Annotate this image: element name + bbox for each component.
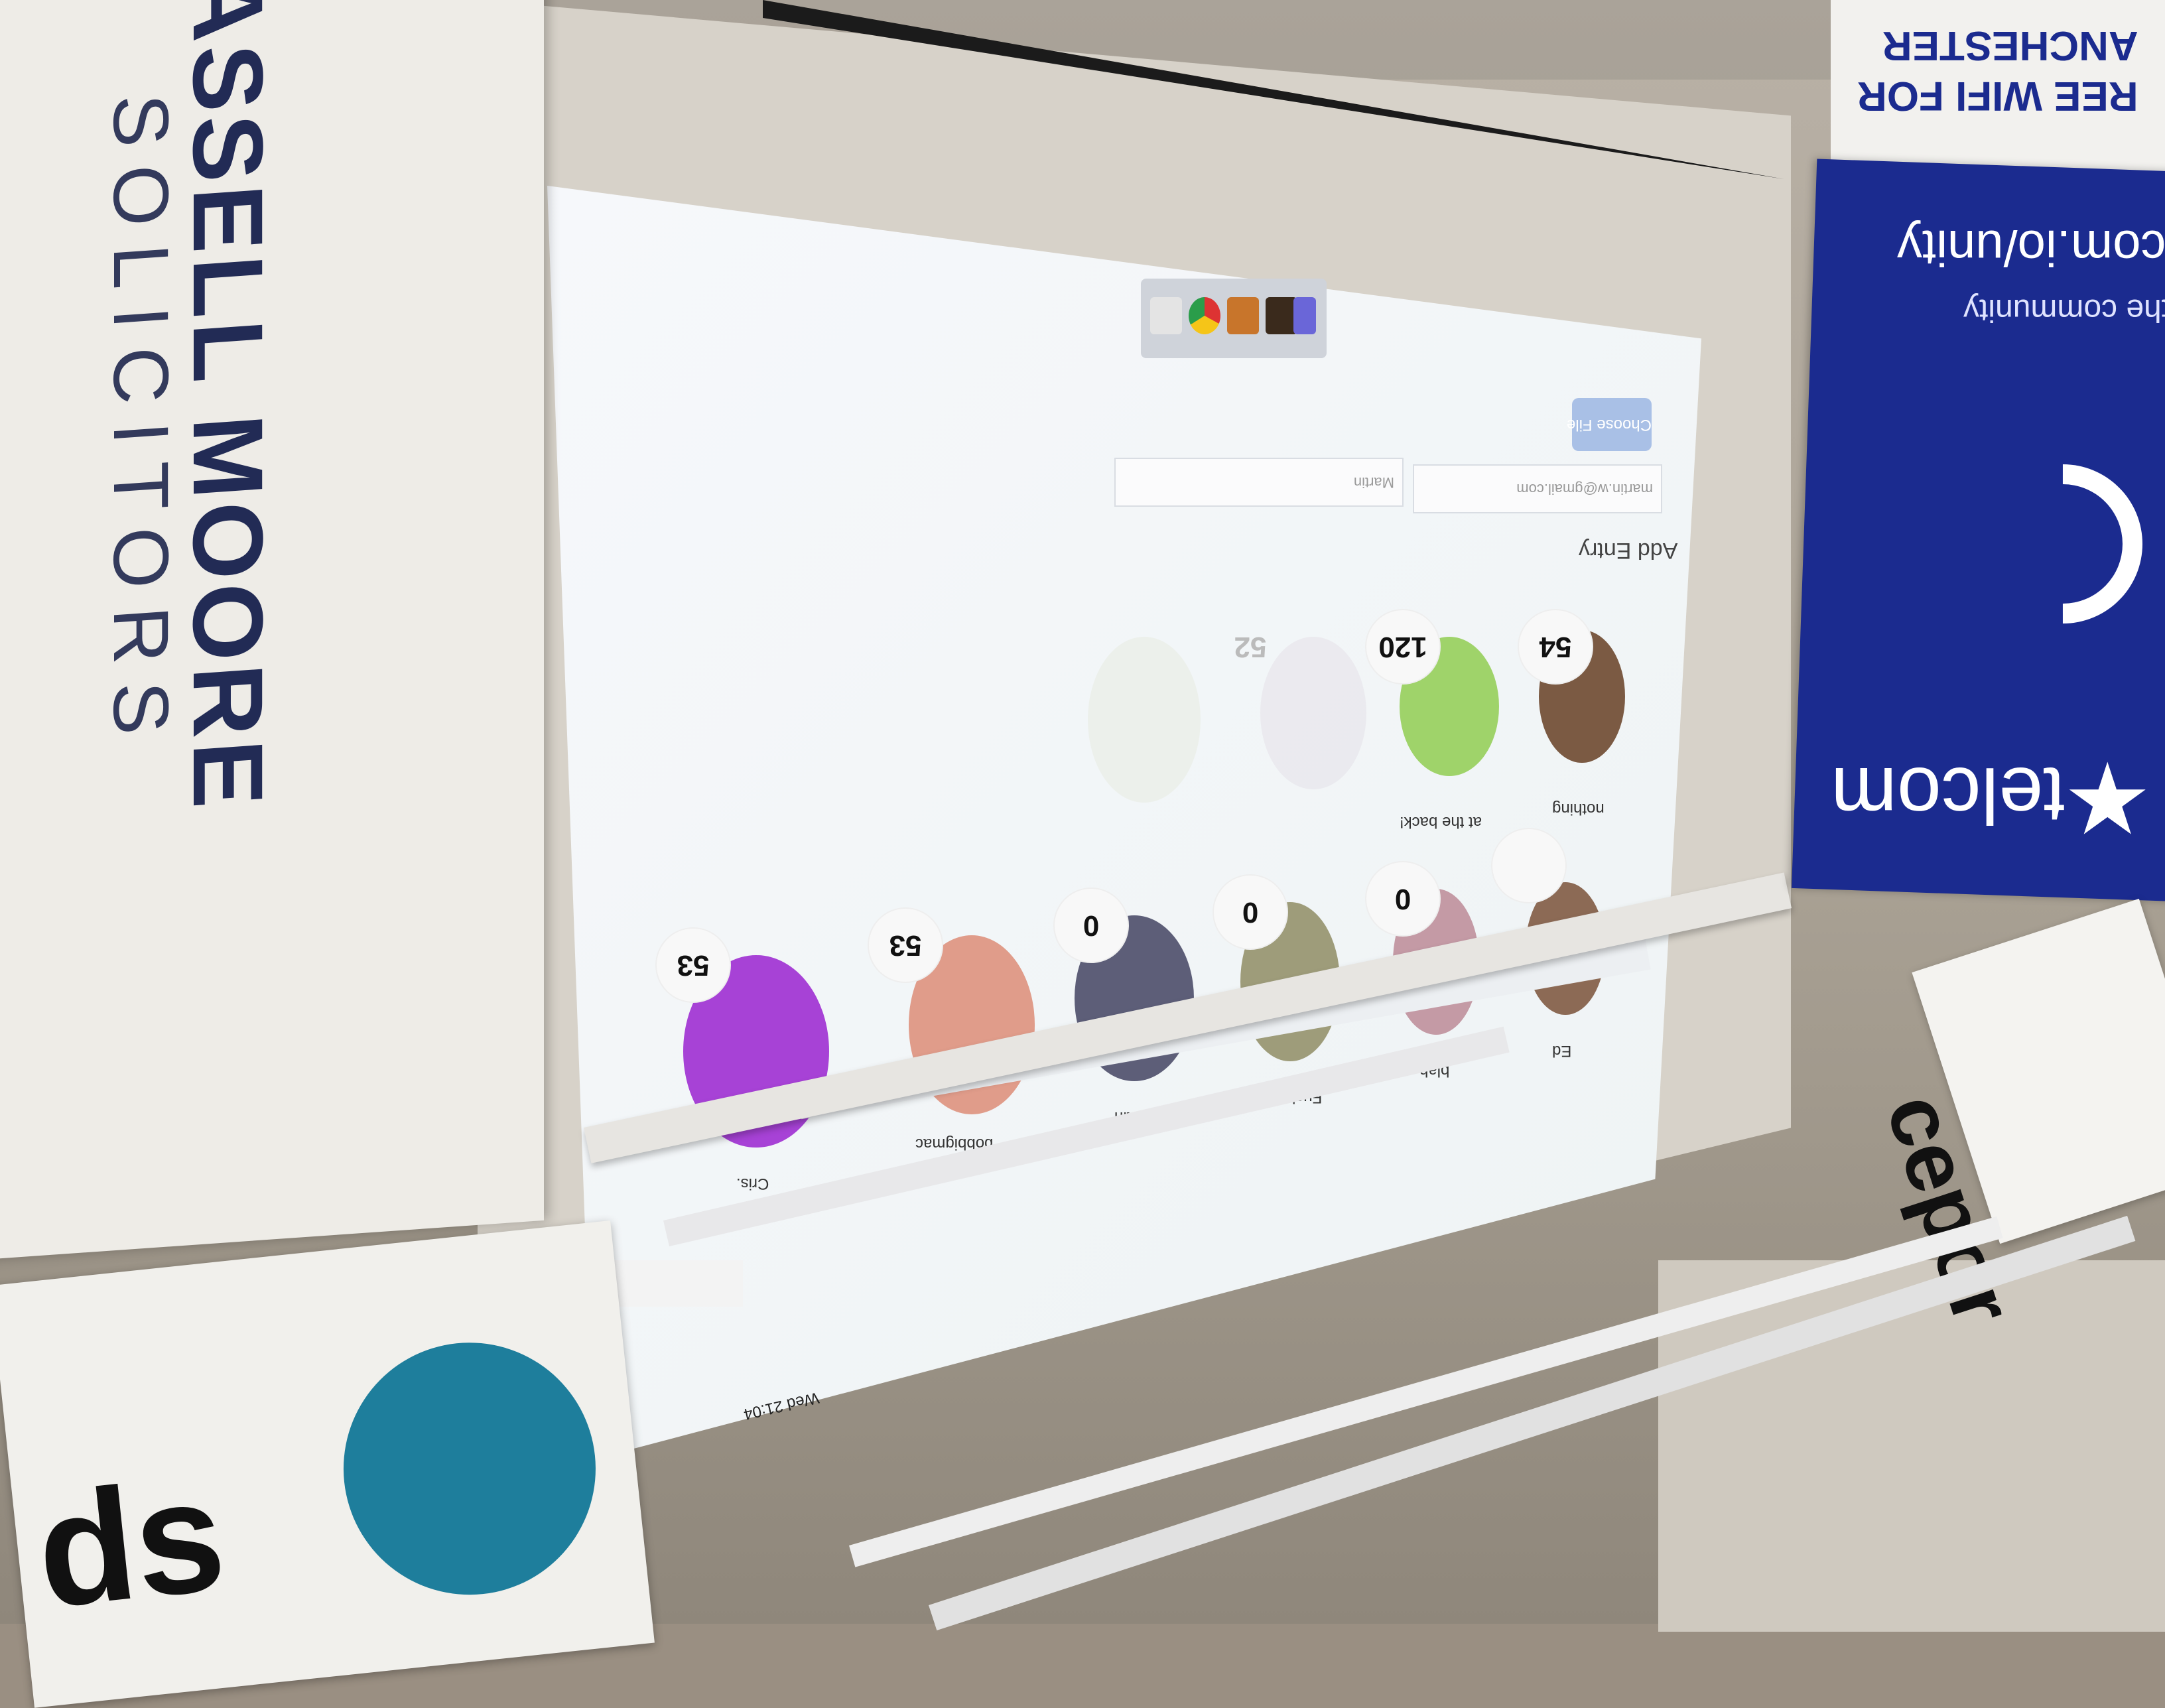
app-dock: [1141, 279, 1327, 358]
score-badge: 0: [1214, 876, 1287, 949]
floor-area: [1658, 1260, 2165, 1632]
star-icon: ★: [2063, 744, 2152, 855]
score-badge: 0: [1055, 889, 1128, 962]
entry-label: Ed: [1552, 1042, 1572, 1060]
loading-spinner: [1492, 829, 1565, 902]
sign-left-text: ds: [29, 1445, 233, 1642]
chrome-icon[interactable]: [1189, 297, 1220, 334]
wifi-text-line1: REE WIFI FOR: [1857, 73, 2138, 119]
telcom-brand-text: telcom: [1831, 751, 2066, 840]
app-icon[interactable]: [1293, 297, 1316, 334]
score-badge: 53: [657, 929, 730, 1002]
wifi-banner-text: REE WIFI FOR ANCHESTER: [1857, 20, 2138, 121]
app-icon[interactable]: [1266, 297, 1297, 334]
avatar[interactable]: [1088, 637, 1201, 803]
finder-icon[interactable]: [1150, 297, 1182, 334]
add-entry-heading: Add Entry: [1579, 538, 1678, 563]
law-firm-banner: ASSELL MOORE SOLICITORS: [0, 0, 544, 1261]
score-badge: 53: [869, 909, 942, 982]
score-badge: 0: [1366, 862, 1439, 935]
score-badge: 54: [1519, 610, 1592, 683]
app-icon[interactable]: [1227, 297, 1259, 334]
sun-logo-icon: [331, 1330, 608, 1608]
entry-label: at the back!: [1400, 813, 1482, 831]
community-tagline: the community: [1963, 293, 2165, 328]
entry-label: nothing: [1552, 800, 1605, 818]
score-badge: 52: [1234, 631, 1267, 663]
name-field[interactable]: Martin: [1114, 458, 1404, 507]
email-field[interactable]: martin.w@gmail.com: [1413, 464, 1662, 513]
entry-label: Cris.: [736, 1175, 769, 1193]
law-firm-subtitle: SOLICITORS: [97, 91, 184, 756]
choose-file-button[interactable]: Choose File: [1567, 398, 1652, 451]
sponsor-sign-left: ds: [0, 1220, 655, 1708]
wifi-text-line2: ANCHESTER: [1882, 23, 2138, 68]
browser-toolbar: [597, 1260, 743, 1307]
unity-url-text: com.io/unity: [1897, 220, 2165, 276]
score-badge: 120: [1366, 610, 1439, 683]
law-firm-name: ASSELL MOORE: [172, 0, 284, 815]
